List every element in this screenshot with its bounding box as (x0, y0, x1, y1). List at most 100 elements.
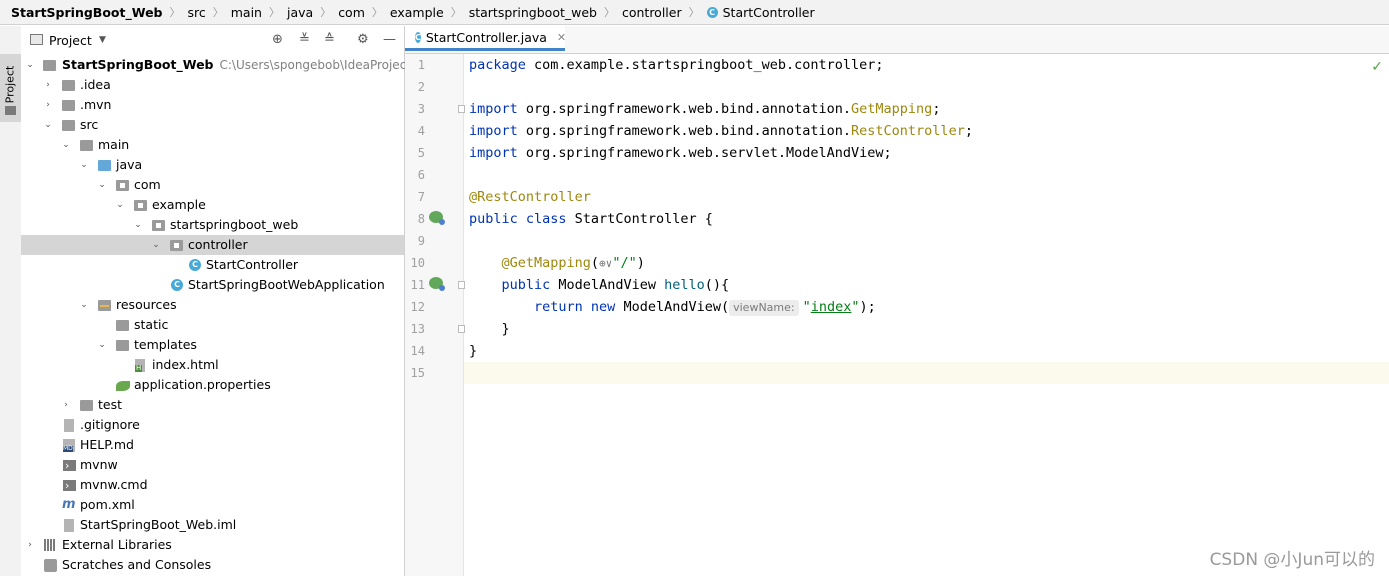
chevron-down-icon[interactable]: ⌄ (25, 55, 35, 75)
breadcrumb-item-java[interactable]: java (287, 5, 313, 20)
tree-item-label: templates (134, 337, 197, 352)
code-line-10: @GetMapping(⊕∨"/") (469, 252, 645, 274)
tree-item-startspringboot-web[interactable]: ⌄ startspringboot_web (21, 215, 404, 235)
tree-item-static[interactable]: static (21, 315, 404, 335)
line-number: 14 (410, 344, 425, 358)
tree-item-com[interactable]: ⌄ com (21, 175, 404, 195)
tree-item-mvn[interactable]: › .mvn (21, 95, 404, 115)
tree-item-gitignore[interactable]: .gitignore (21, 415, 404, 435)
spring-bean-gutter-icon[interactable] (429, 211, 445, 225)
tree-item-external-libraries[interactable]: › External Libraries (21, 535, 404, 555)
string-literal-link[interactable]: index (811, 299, 852, 315)
tree-item-mvnw[interactable]: mvnw (21, 455, 404, 476)
line-number: 8 (417, 212, 425, 226)
chevron-down-icon[interactable]: ▼ (99, 35, 106, 45)
checkmark-icon[interactable]: ✓ (1371, 59, 1383, 75)
line-number: 4 (417, 124, 425, 138)
tab-startcontroller[interactable]: C StartController.java ✕ (405, 26, 566, 51)
tree-item-scratches[interactable]: Scratches and Consoles (21, 555, 404, 575)
tree-item-idea[interactable]: › .idea (21, 75, 404, 95)
keyword: import (469, 145, 518, 161)
folder-icon (80, 400, 93, 411)
chevron-right-icon[interactable]: › (25, 535, 35, 555)
minimize-icon[interactable]: — (383, 32, 396, 47)
tree-item-java[interactable]: ⌄ java (21, 155, 404, 175)
tree-item-label: StartSpringBoot_Web.iml (80, 517, 237, 532)
breadcrumb-item-package[interactable]: startspringboot_web (469, 5, 597, 20)
tree-item-mvnw-cmd[interactable]: mvnw.cmd (21, 475, 404, 496)
tree-item-main[interactable]: ⌄ main (21, 135, 404, 155)
expand-all-icon[interactable]: ≚ (299, 32, 310, 47)
fold-marker-icon[interactable] (458, 105, 465, 113)
code-line-5: import org.springframework.web.servlet.M… (469, 142, 892, 164)
tree-item-help-md[interactable]: HELP.md (21, 435, 404, 455)
tree-item-controller[interactable]: ⌄ controller (21, 235, 404, 255)
tree-item-label: .mvn (80, 97, 112, 112)
project-panel: Project ▼ ⊕ ≚ ≙ ⚙ — ⌄ StartSpringBoot_We… (21, 26, 421, 576)
code-line-7: @RestController (469, 186, 591, 208)
chevron-down-icon[interactable]: ⌄ (151, 235, 161, 255)
code-text: } (469, 343, 478, 359)
chevron-down-icon[interactable]: ⌄ (61, 135, 71, 155)
chevron-down-icon[interactable]: ⌄ (43, 115, 53, 135)
chevron-down-icon[interactable]: ⌄ (79, 295, 89, 315)
gear-icon[interactable]: ⚙ (357, 32, 369, 47)
package-icon (170, 240, 183, 251)
project-tool-tab[interactable]: Project (0, 54, 21, 122)
tree-item-pom-xml[interactable]: m pom.xml (21, 495, 404, 515)
breadcrumb-item-class[interactable]: StartController (723, 5, 815, 20)
folder-icon (62, 80, 75, 91)
locate-icon[interactable]: ⊕ (272, 32, 283, 47)
project-folder-icon (43, 60, 56, 71)
module-file-icon (64, 519, 74, 532)
line-number: 2 (417, 80, 425, 94)
terminal-file-icon (63, 476, 76, 496)
method-name: hello (664, 277, 705, 293)
tree-item-test[interactable]: › test (21, 395, 404, 415)
tree-item-src[interactable]: ⌄ src (21, 115, 404, 135)
tree-item-index-html[interactable]: index.html (21, 355, 404, 375)
code-text: ( (590, 255, 600, 271)
tree-item-example[interactable]: ⌄ example (21, 195, 404, 215)
tree-item-label: .idea (80, 77, 111, 92)
chevron-down-icon[interactable]: ⌄ (115, 195, 125, 215)
chevron-down-icon[interactable]: ⌄ (133, 215, 143, 235)
tree-item-label: com (134, 177, 161, 192)
chevron-right-icon[interactable]: › (43, 95, 53, 115)
collapse-all-icon[interactable]: ≙ (324, 32, 335, 47)
breadcrumb-item-example[interactable]: example (390, 5, 444, 20)
source-folder-icon (98, 160, 111, 171)
tree-item-project-root[interactable]: ⌄ StartSpringBoot_Web C:\Users\spongebob\… (21, 55, 421, 75)
fold-marker-icon[interactable] (458, 281, 465, 289)
chevron-down-icon[interactable]: ⌄ (79, 155, 89, 175)
project-view-selector[interactable]: Project (49, 33, 92, 48)
spring-mapping-gutter-icon[interactable] (429, 277, 445, 291)
tree-item-label: StartSpringBoot_Web C:\Users\spongebob\Id… (62, 55, 421, 75)
fold-marker-icon[interactable] (458, 325, 465, 333)
tree-item-application-properties[interactable]: application.properties (21, 375, 404, 395)
breadcrumb-item-main[interactable]: main (231, 5, 262, 20)
code-text: ModelAndView( (615, 299, 730, 315)
breadcrumb-item-controller[interactable]: controller (622, 5, 682, 20)
tree-item-resources[interactable]: ⌄ resources (21, 295, 404, 315)
chevron-down-icon[interactable]: ⌄ (97, 335, 107, 355)
tree-item-startcontroller[interactable]: C StartController (21, 255, 404, 275)
chevron-right-icon[interactable]: › (43, 75, 53, 95)
folder-icon (62, 100, 75, 111)
markdown-file-icon (63, 439, 75, 452)
tree-item-application-class[interactable]: C StartSpringBootWebApplication (21, 275, 404, 295)
tree-item-label: pom.xml (80, 497, 135, 512)
chevron-down-icon[interactable]: ⌄ (97, 175, 107, 195)
tree-item-label: controller (188, 237, 248, 252)
breadcrumb-item-com[interactable]: com (338, 5, 365, 20)
tree-item-label: .gitignore (80, 417, 140, 432)
tree-item-iml[interactable]: StartSpringBoot_Web.iml (21, 515, 404, 535)
breadcrumb-item-src[interactable]: src (188, 5, 206, 20)
close-icon[interactable]: ✕ (557, 31, 566, 44)
spring-boot-class-icon: C (171, 279, 183, 291)
tree-item-templates[interactable]: ⌄ templates (21, 335, 404, 355)
project-panel-header: Project ▼ ⊕ ≚ ≙ ⚙ — (21, 26, 404, 54)
breadcrumb-item-project[interactable]: StartSpringBoot_Web (11, 5, 163, 20)
web-endpoint-icon[interactable]: ⊕∨ (599, 257, 612, 270)
chevron-right-icon[interactable]: › (61, 395, 71, 415)
